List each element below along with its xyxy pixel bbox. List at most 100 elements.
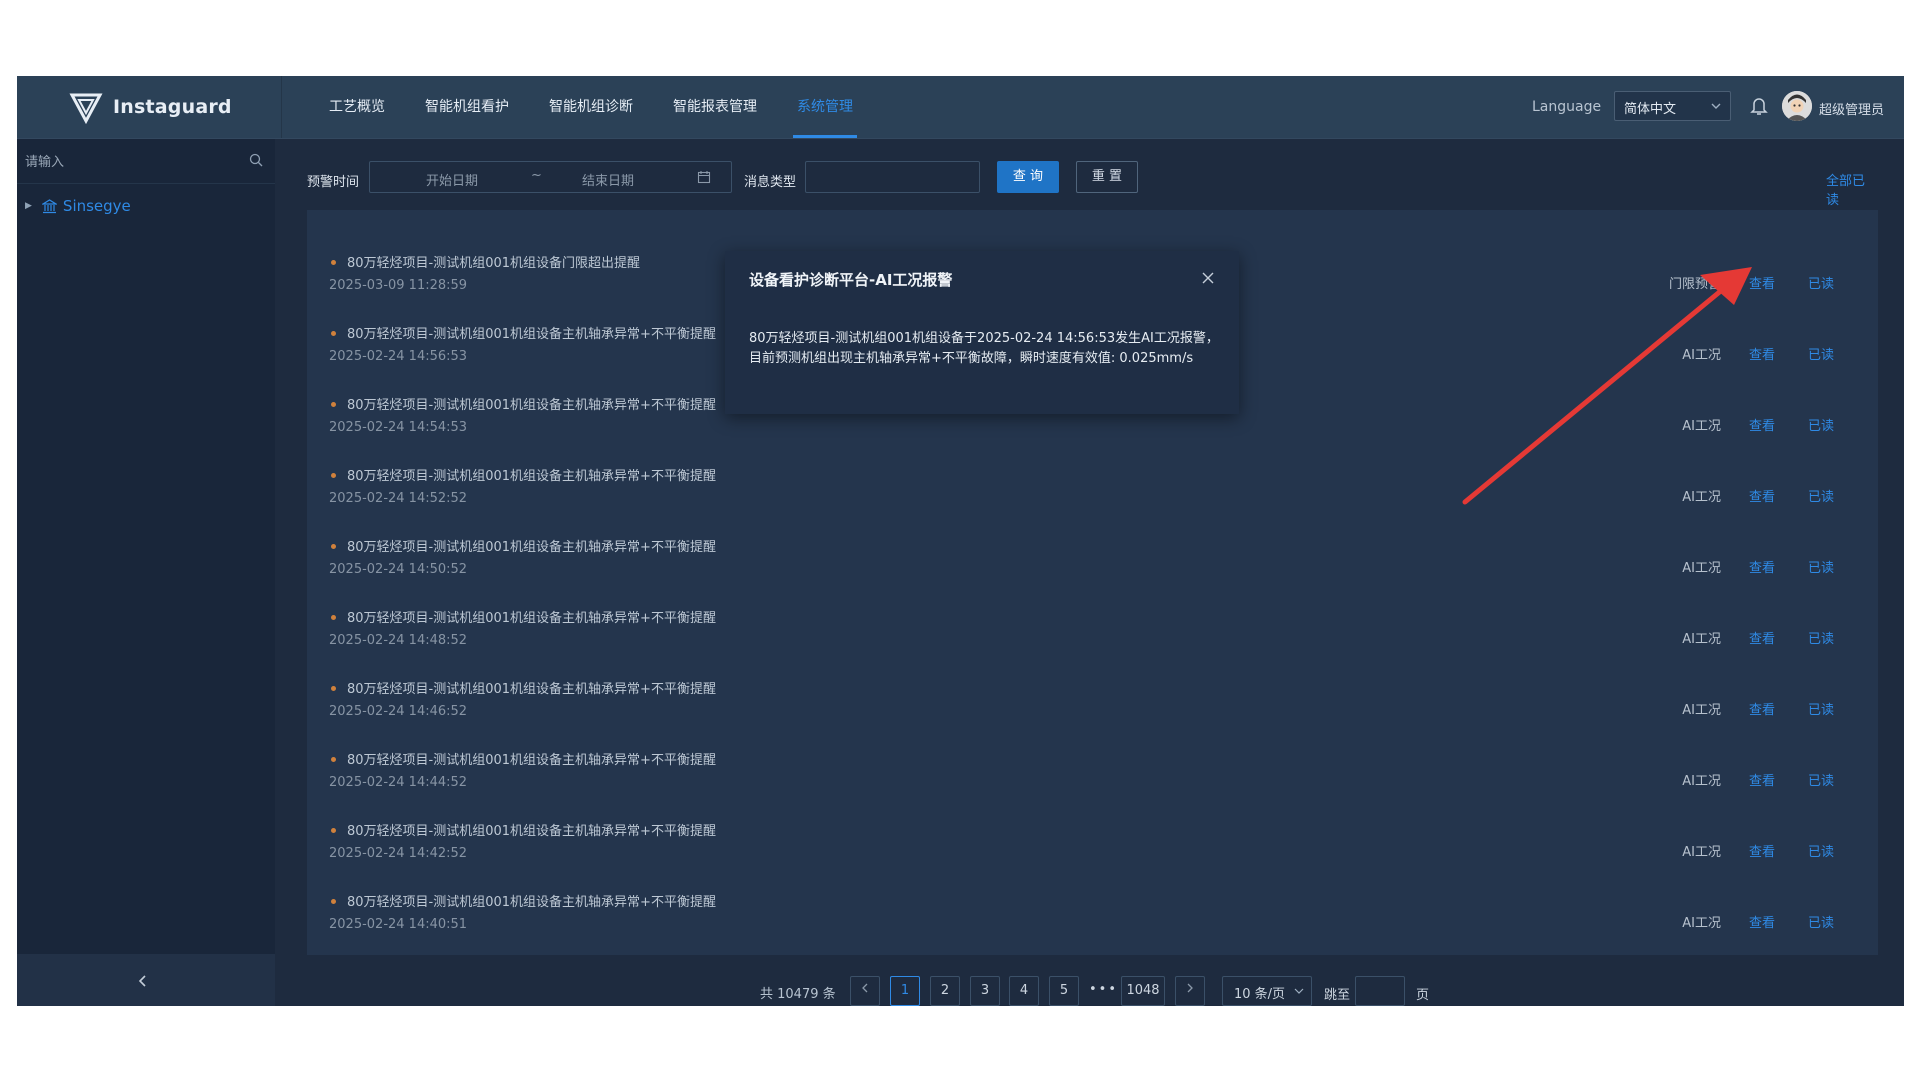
message-time: 2025-02-24 14:52:52 <box>329 491 468 506</box>
message-title: 80万轻烃项目-测试机组001机组设备主机轴承异常+不平衡提醒 <box>347 824 716 839</box>
mark-read-link[interactable]: 已读 <box>1808 699 1834 718</box>
unread-dot <box>331 899 336 904</box>
page-button-4[interactable]: 4 <box>1009 976 1039 1006</box>
message-time: 2025-02-24 14:54:53 <box>329 420 468 435</box>
language-value: 简体中文 <box>1624 102 1677 117</box>
view-link[interactable]: 查看 <box>1749 841 1775 860</box>
message-type-label: 消息类型 <box>744 175 797 190</box>
tree-node-label: Sinsegye <box>62 197 131 215</box>
message-row: 80万轻烃项目-测试机组001机组设备主机轴承异常+不平衡提醒 2025-02-2… <box>307 441 1878 512</box>
message-row: 80万轻烃项目-测试机组001机组设备主机轴承异常+不平衡提醒 2025-02-2… <box>307 654 1878 725</box>
sidebar: ▶ Sinsegye <box>17 139 275 1006</box>
caret-right-icon[interactable]: ▶ <box>25 201 32 211</box>
message-type: AI工况 <box>1682 916 1721 931</box>
app-logo[interactable]: Instaguard <box>69 90 232 124</box>
main-nav: 工艺概览 智能机组看护 智能机组诊断 智能报表管理 系统管理 <box>329 76 893 138</box>
start-date-placeholder[interactable]: 开始日期 <box>426 170 478 189</box>
app-name: Instaguard <box>113 96 232 118</box>
unread-dot <box>331 331 336 336</box>
unread-dot <box>331 828 336 833</box>
language-label: Language <box>1532 99 1602 115</box>
message-title: 80万轻烃项目-测试机组001机组设备主机轴承异常+不平衡提醒 <box>347 753 716 768</box>
next-page-button[interactable] <box>1175 976 1205 1006</box>
message-time: 2025-03-09 11:28:59 <box>329 278 468 293</box>
mark-read-link[interactable]: 已读 <box>1808 628 1834 647</box>
date-range-picker[interactable]: 开始日期 ~ 结束日期 <box>369 161 732 193</box>
chevron-left-icon <box>862 983 868 993</box>
pagination-ellipsis[interactable]: ••• <box>1089 982 1118 997</box>
message-type: AI工况 <box>1682 561 1721 576</box>
nav-unit-monitoring[interactable]: 智能机组看护 <box>425 76 509 138</box>
bell-icon[interactable] <box>1750 96 1768 116</box>
mark-read-link[interactable]: 已读 <box>1808 912 1834 931</box>
end-date-placeholder[interactable]: 结束日期 <box>582 170 634 189</box>
mark-read-link[interactable]: 已读 <box>1808 415 1834 434</box>
nav-report-management[interactable]: 智能报表管理 <box>673 76 757 138</box>
calendar-icon <box>697 171 711 184</box>
top-navigation-bar: Instaguard 工艺概览 智能机组看护 智能机组诊断 智能报表管理 系统管… <box>17 76 1904 139</box>
language-select[interactable]: 简体中文 <box>1614 91 1731 121</box>
message-title: 80万轻烃项目-测试机组001机组设备主机轴承异常+不平衡提醒 <box>347 611 716 626</box>
unread-dot <box>331 260 336 265</box>
view-link[interactable]: 查看 <box>1749 699 1775 718</box>
view-link[interactable]: 查看 <box>1749 770 1775 789</box>
view-link[interactable]: 查看 <box>1749 557 1775 576</box>
message-type: AI工况 <box>1682 490 1721 505</box>
message-title: 80万轻烃项目-测试机组001机组设备主机轴承异常+不平衡提醒 <box>347 682 716 697</box>
view-link[interactable]: 查看 <box>1749 344 1775 363</box>
chevron-right-icon <box>1187 983 1193 993</box>
user-avatar[interactable] <box>1782 91 1812 121</box>
page-size-select[interactable]: 10 条/页 <box>1222 976 1312 1006</box>
message-type: AI工况 <box>1682 703 1721 718</box>
view-link[interactable]: 查看 <box>1749 912 1775 931</box>
mark-read-link[interactable]: 已读 <box>1808 770 1834 789</box>
view-link[interactable]: 查看 <box>1749 486 1775 505</box>
nav-unit-diagnosis[interactable]: 智能机组诊断 <box>549 76 633 138</box>
unread-dot <box>331 757 336 762</box>
message-type: 门限预警 <box>1668 277 1721 292</box>
message-type: AI工况 <box>1682 348 1721 363</box>
close-icon[interactable] <box>1201 271 1215 285</box>
mark-read-link[interactable]: 已读 <box>1808 841 1834 860</box>
page-button-last[interactable]: 1048 <box>1121 976 1165 1006</box>
reset-button[interactable]: 重 置 <box>1076 161 1138 193</box>
unread-dot <box>331 402 336 407</box>
message-type: AI工况 <box>1682 632 1721 647</box>
message-time: 2025-02-24 14:42:52 <box>329 846 468 861</box>
page-button-5[interactable]: 5 <box>1049 976 1079 1006</box>
view-link[interactable]: 查看 <box>1749 273 1775 292</box>
message-row: 80万轻烃项目-测试机组001机组设备主机轴承异常+不平衡提醒 2025-02-2… <box>307 583 1878 654</box>
message-row: 80万轻烃项目-测试机组001机组设备主机轴承异常+不平衡提醒 2025-02-2… <box>307 796 1878 867</box>
unread-dot <box>331 686 336 691</box>
avatar-icon <box>1782 91 1812 121</box>
page-button-3[interactable]: 3 <box>970 976 1000 1006</box>
page-button-1[interactable]: 1 <box>890 976 920 1006</box>
mark-read-link[interactable]: 已读 <box>1808 486 1834 505</box>
message-row: 80万轻烃项目-测试机组001机组设备主机轴承异常+不平衡提醒 2025-02-2… <box>307 512 1878 583</box>
jump-page-input[interactable] <box>1355 976 1405 1006</box>
mark-read-link[interactable]: 已读 <box>1808 273 1834 292</box>
instaguard-logo-icon <box>69 93 103 124</box>
nav-process-overview[interactable]: 工艺概览 <box>329 76 385 138</box>
message-type: AI工况 <box>1682 419 1721 434</box>
nav-system-management[interactable]: 系统管理 <box>793 76 857 138</box>
view-link[interactable]: 查看 <box>1749 415 1775 434</box>
search-icon[interactable] <box>249 153 263 167</box>
mark-read-link[interactable]: 已读 <box>1808 344 1834 363</box>
view-link[interactable]: 查看 <box>1749 628 1775 647</box>
query-button[interactable]: 查 询 <box>997 161 1059 193</box>
filter-bar: 预警时间 开始日期 ~ 结束日期 消息类型 查 询 重 置 全部已读 <box>307 161 1877 208</box>
message-type-select[interactable] <box>805 161 980 193</box>
user-name[interactable]: 超级管理员 <box>1819 99 1884 118</box>
mark-read-link[interactable]: 已读 <box>1808 557 1834 576</box>
jump-label: 跳至 <box>1324 988 1351 1003</box>
sidebar-search-input[interactable] <box>23 147 242 177</box>
chevron-down-icon <box>1711 103 1721 109</box>
date-separator: ~ <box>531 168 542 183</box>
tree-node-root[interactable]: ▶ Sinsegye <box>25 197 131 215</box>
mark-all-read-link[interactable]: 全部已读 <box>1826 170 1877 208</box>
page-button-2[interactable]: 2 <box>930 976 960 1006</box>
message-title: 80万轻烃项目-测试机组001机组设备主机轴承异常+不平衡提醒 <box>347 895 716 910</box>
prev-page-button[interactable] <box>850 976 880 1006</box>
message-time: 2025-02-24 14:50:52 <box>329 562 468 577</box>
